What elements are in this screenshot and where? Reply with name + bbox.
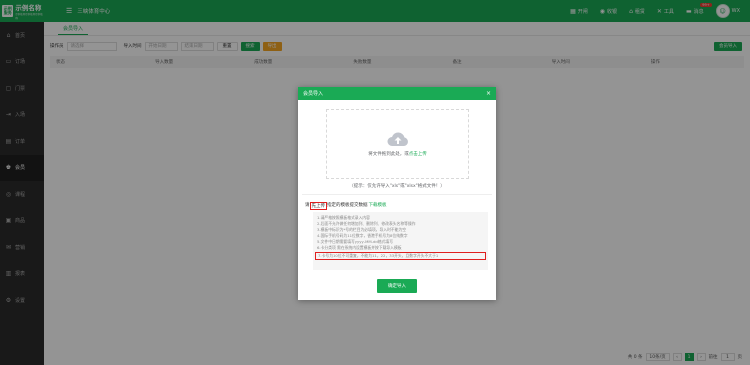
rule-item-highlighted: 7.卡号为10位不可重复，不能为11，22，33开头，且数字开头不大于1 bbox=[315, 251, 486, 260]
dialog-title: 会员导入 bbox=[303, 91, 324, 97]
close-icon[interactable]: × bbox=[486, 90, 491, 97]
format-tip: （提示：仅允许导入"xls"或"xlsx"格式文件！） bbox=[349, 184, 445, 189]
import-rules: 1.请严格按照模板格式录入内容 2.后面不允许做任何增加列、删除列、修改表头名称… bbox=[313, 212, 488, 270]
divider bbox=[302, 194, 492, 195]
highlighted-upload-text: 先上传 bbox=[309, 202, 327, 210]
confirm-import-button[interactable]: 确定导入 bbox=[377, 279, 417, 293]
click-upload-link[interactable]: 点击上传 bbox=[409, 152, 427, 157]
download-template-link[interactable]: 下载模板 bbox=[369, 202, 387, 210]
cloud-upload-icon bbox=[387, 131, 409, 147]
step-instruction: 请 先上传 指定的模板提交数据 下载模板 bbox=[305, 202, 387, 210]
upload-dropzone[interactable]: 将文件拖到此处，或点击上传 bbox=[326, 109, 469, 179]
import-dialog: 会员导入 × 将文件拖到此处，或点击上传 （提示：仅允许导入"xls"或"xls… bbox=[298, 87, 496, 300]
